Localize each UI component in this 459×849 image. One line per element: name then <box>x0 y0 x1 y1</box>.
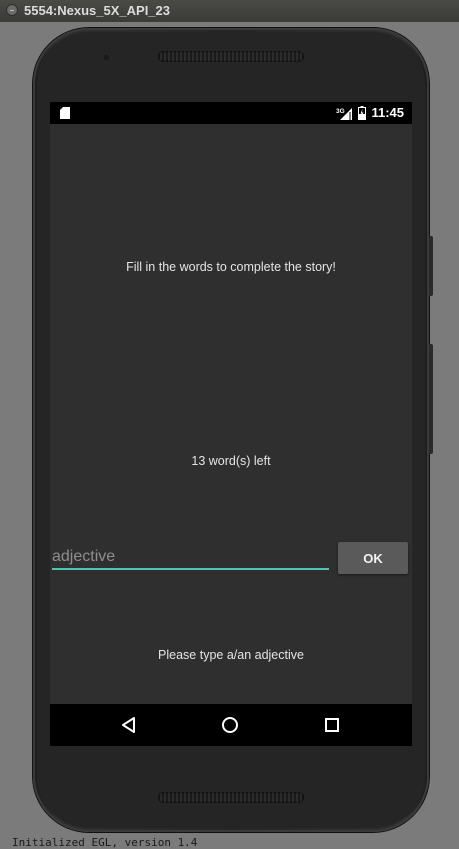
home-circle-icon[interactable] <box>221 716 239 734</box>
top-speaker-grille <box>158 51 304 62</box>
words-left-counter: 13 word(s) left <box>191 454 271 468</box>
cell-signal-icon: 3G <box>336 108 352 120</box>
bottom-speaker-grille <box>158 792 304 803</box>
front-camera-icon <box>102 53 111 62</box>
ok-button[interactable]: OK <box>338 542 408 574</box>
window-close-button[interactable] <box>6 4 18 16</box>
instruction-text: Fill in the words to complete the story! <box>126 260 336 274</box>
power-button[interactable] <box>429 236 433 296</box>
word-input[interactable] <box>52 546 329 570</box>
back-triangle-icon[interactable] <box>120 716 138 734</box>
status-bar: 3G 11:45 <box>50 102 412 124</box>
network-type-label: 3G <box>336 108 345 115</box>
status-clock: 11:45 <box>371 105 404 120</box>
word-type-prompt: Please type a/an adjective <box>158 648 304 662</box>
battery-charging-icon <box>358 106 366 120</box>
volume-button[interactable] <box>429 344 433 454</box>
emulator-title-bar: 5554:Nexus_5X_API_23 <box>0 0 459 22</box>
recents-square-icon[interactable] <box>324 717 340 733</box>
sd-card-icon <box>60 107 70 119</box>
console-output-text: Initialized EGL, version 1.4 <box>12 836 198 849</box>
navigation-bar <box>50 704 412 746</box>
emulator-window-title: 5554:Nexus_5X_API_23 <box>24 3 170 18</box>
device-screen: 3G 11:45 Fill in the words to complete t… <box>50 102 412 746</box>
